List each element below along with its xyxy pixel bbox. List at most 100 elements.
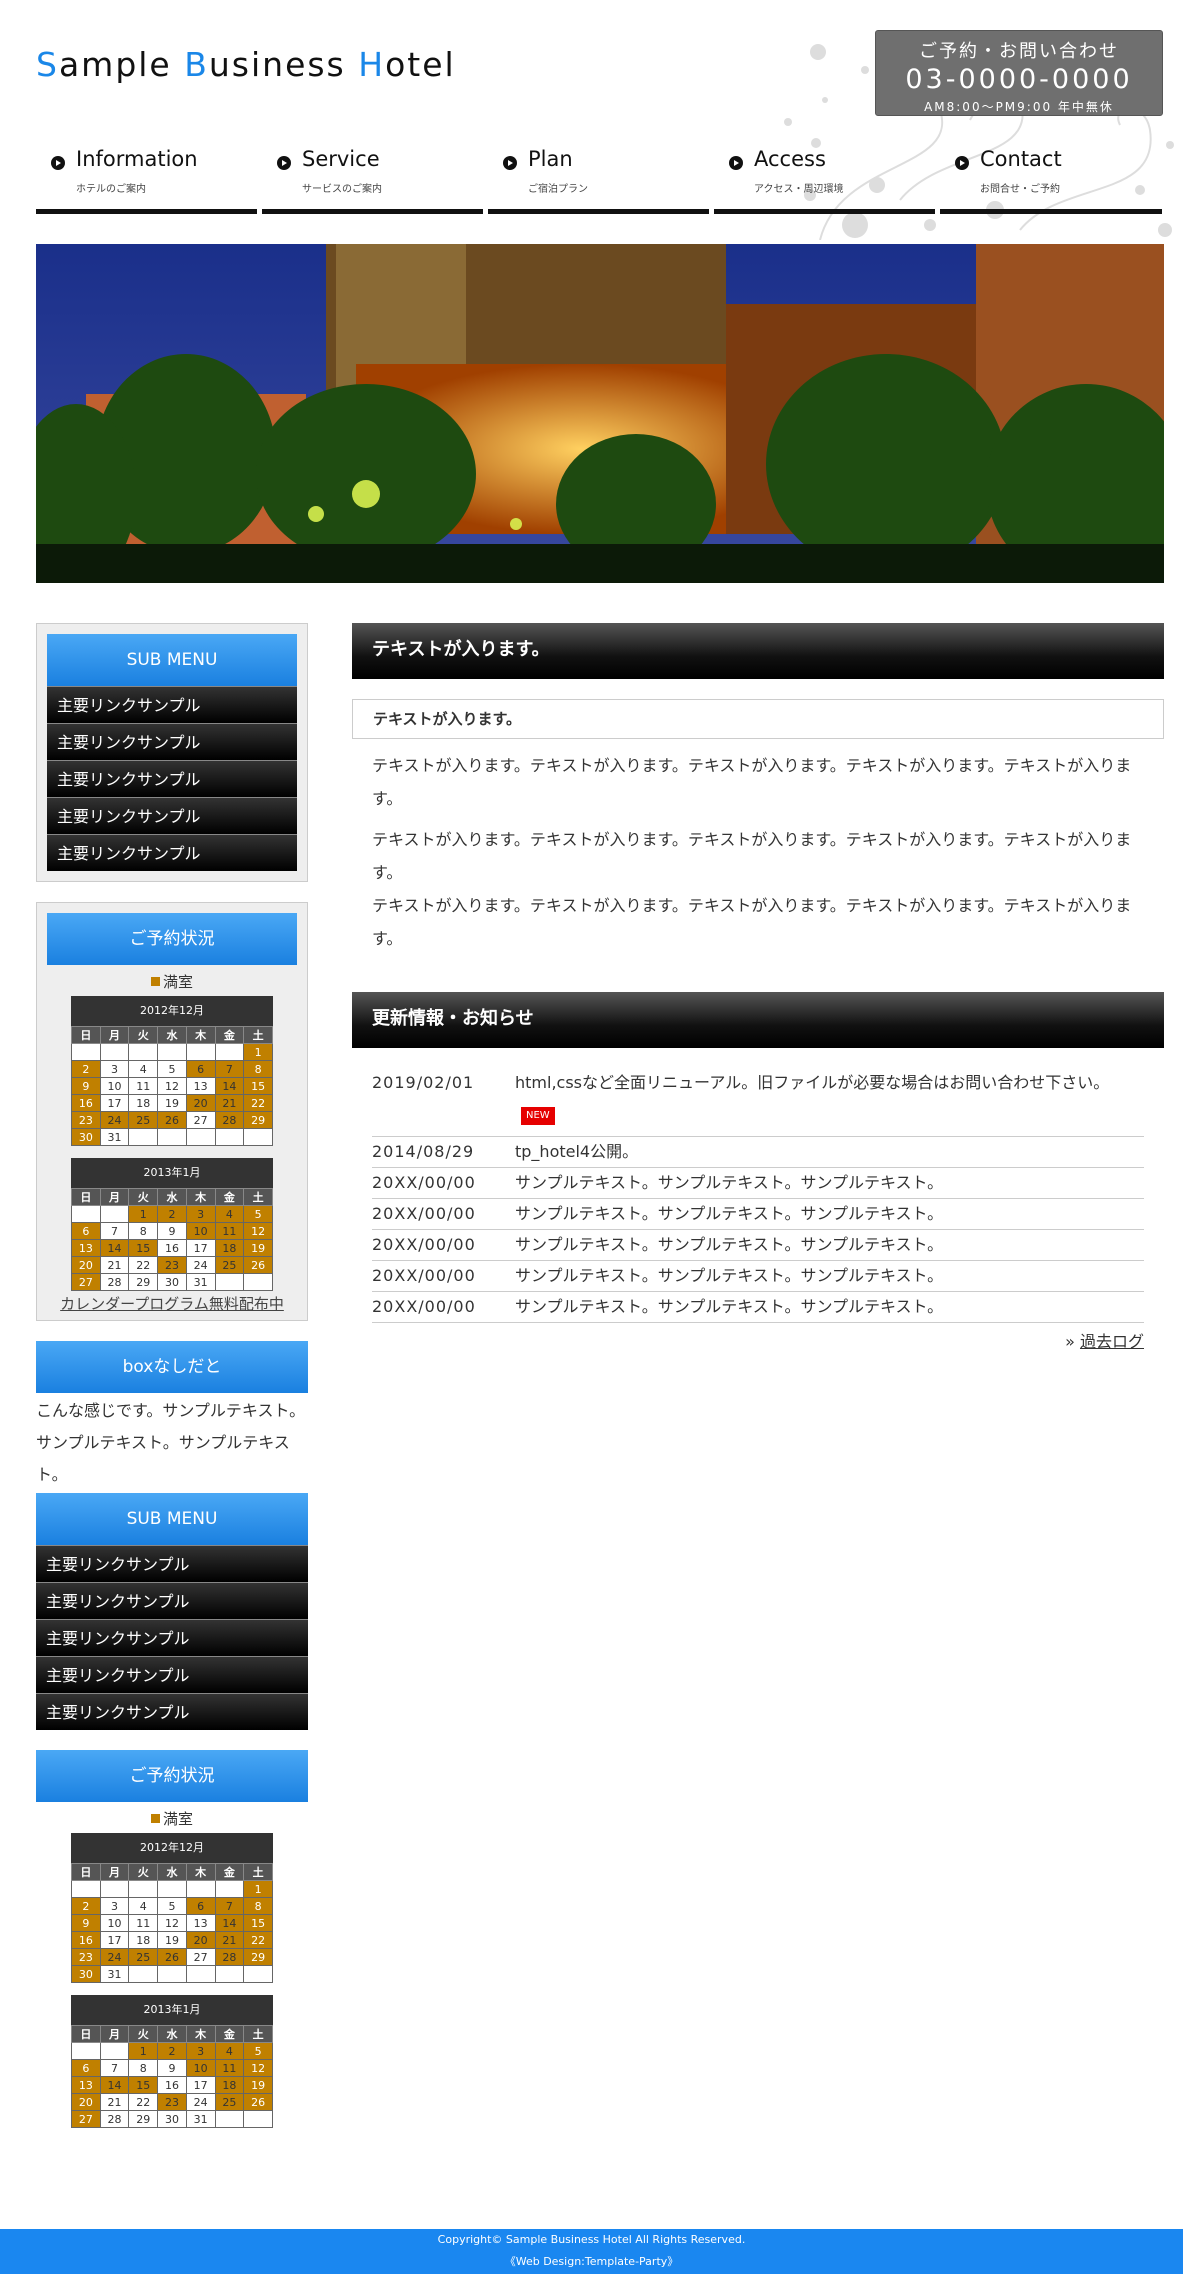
calendar-day: 1 bbox=[243, 1043, 273, 1061]
calendar-day: 7 bbox=[214, 1897, 245, 1915]
calendar-month: 2013年1月 bbox=[71, 1995, 273, 2025]
reservation-calendar: 2013年1月日月火水木金土 1 2 3 4 5 6 7 8 9 10 11 12 13 14 15 16 17 1… bbox=[71, 1158, 273, 1291]
weekday-header: 木 bbox=[185, 1188, 216, 1206]
nav-sublabel: ホテルのご案内 bbox=[76, 184, 146, 195]
calendar-day: 17 bbox=[185, 1239, 216, 1257]
calendar-day: 22 bbox=[243, 1094, 273, 1112]
news-text: サンプルテキスト。サンプルテキスト。サンプルテキスト。 bbox=[515, 1297, 944, 1316]
calendar-day: 13 bbox=[71, 2076, 101, 2094]
calendar-day: 12 bbox=[157, 1914, 187, 1932]
nav-item-service[interactable]: Service サービスのご案内 bbox=[262, 140, 483, 214]
calendar-day: 24 bbox=[185, 2093, 216, 2111]
calendar-day: 11 bbox=[214, 1222, 245, 1240]
calendar-month: 2013年1月 bbox=[71, 1158, 273, 1188]
calendar-day bbox=[99, 1880, 130, 1898]
paragraph: テキストが入ります。テキストが入ります。テキストが入ります。テキストが入ります。… bbox=[372, 756, 1132, 808]
news-date: 2014/08/29 bbox=[372, 1142, 475, 1161]
weekday-header: 日 bbox=[71, 1863, 101, 1881]
nav-label: Information bbox=[76, 147, 198, 171]
calendar-day: 2 bbox=[71, 1060, 101, 1078]
calendar-day bbox=[243, 2110, 273, 2128]
news-text-body[interactable]: html,cssなど全面リニューアル。旧ファイルが必要な場合はお問い合わせ下さい… bbox=[515, 1073, 1109, 1092]
nav-item-plan[interactable]: Plan ご宿泊プラン bbox=[488, 140, 709, 214]
calendar-day: 23 bbox=[71, 1111, 101, 1129]
calendar-month: 2012年12月 bbox=[71, 1833, 273, 1863]
news-row: 20XX/00/00 サンプルテキスト。サンプルテキスト。サンプルテキスト。 bbox=[372, 1230, 1144, 1261]
calendar-program-link[interactable]: カレンダープログラム無料配布中 bbox=[47, 1293, 297, 1314]
news-row: 20XX/00/00 サンプルテキスト。サンプルテキスト。サンプルテキスト。 bbox=[372, 1292, 1144, 1323]
calendar-day: 5 bbox=[157, 1060, 187, 1078]
news-heading: 更新情報・お知らせ bbox=[352, 992, 1164, 1048]
calendar-day: 11 bbox=[214, 2059, 245, 2077]
design-credit[interactable]: 《Web Design:Template-Party》 bbox=[0, 2251, 1183, 2273]
full-swatch bbox=[150, 977, 160, 986]
calendar-day: 6 bbox=[71, 2059, 101, 2077]
submenu-link[interactable]: 主要リンクサンプル bbox=[36, 1619, 308, 1656]
calendar-day: 4 bbox=[128, 1897, 159, 1915]
calendar-day: 22 bbox=[128, 2093, 159, 2111]
calendar-day: 11 bbox=[128, 1077, 159, 1095]
submenu-link[interactable]: 主要リンクサンプル bbox=[47, 723, 297, 760]
calendar-day bbox=[185, 1043, 216, 1061]
submenu-title: SUB MENU bbox=[47, 634, 297, 686]
calendar-day: 27 bbox=[71, 2110, 101, 2128]
news-row: 20XX/00/00 サンプルテキスト。サンプルテキスト。サンプルテキスト。 bbox=[372, 1261, 1144, 1292]
submenu-link[interactable]: 主要リンクサンプル bbox=[47, 686, 297, 723]
news-text: html,cssなど全面リニューアル。旧ファイルが必要な場合はお問い合わせ下さい… bbox=[515, 1068, 1144, 1128]
calendar-day: 31 bbox=[99, 1965, 130, 1983]
nav-item-contact[interactable]: Contact お問合せ・ご予約 bbox=[940, 140, 1162, 214]
past-log-link[interactable]: 過去ログ bbox=[1080, 1332, 1144, 1351]
hero-image bbox=[36, 244, 1164, 583]
calendar-day bbox=[243, 1965, 273, 1983]
more-prefix: » bbox=[1065, 1332, 1080, 1351]
calendar-day bbox=[214, 1043, 245, 1061]
submenu-list: 主要リンクサンプル 主要リンクサンプル 主要リンクサンプル 主要リンクサンプル … bbox=[47, 686, 297, 871]
calendar-day: 7 bbox=[99, 2059, 130, 2077]
calendar-day: 4 bbox=[214, 1205, 245, 1223]
submenu-title: SUB MENU bbox=[36, 1493, 308, 1545]
calendar-day: 16 bbox=[157, 1239, 187, 1257]
site-logo[interactable]: Sample Business Hotel bbox=[36, 45, 456, 84]
calendar-day: 28 bbox=[214, 1948, 245, 1966]
submenu-link[interactable]: 主要リンクサンプル bbox=[36, 1582, 308, 1619]
logo-initial: B bbox=[184, 45, 209, 84]
submenu-link[interactable]: 主要リンクサンプル bbox=[36, 1545, 308, 1582]
submenu-link[interactable]: 主要リンクサンプル bbox=[36, 1693, 308, 1730]
nav-label: Service bbox=[302, 147, 380, 171]
calendar-day: 27 bbox=[185, 1948, 216, 1966]
calendar-day: 26 bbox=[243, 2093, 273, 2111]
submenu-link[interactable]: 主要リンクサンプル bbox=[36, 1656, 308, 1693]
weekday-header: 火 bbox=[128, 1863, 159, 1881]
arrow-circle-icon bbox=[51, 156, 65, 170]
weekday-header: 水 bbox=[157, 1026, 187, 1044]
logo-text: otel bbox=[385, 45, 456, 84]
calendar-day: 17 bbox=[185, 2076, 216, 2094]
news-text[interactable]: tp_hotel4公開。 bbox=[515, 1137, 1144, 1167]
calendar-day: 20 bbox=[185, 1931, 216, 1949]
nav-item-information[interactable]: Information ホテルのご案内 bbox=[36, 140, 257, 214]
calendar-day: 22 bbox=[128, 1256, 159, 1274]
calendar-day: 1 bbox=[243, 1880, 273, 1898]
arrow-circle-icon bbox=[503, 156, 517, 170]
contact-tel[interactable]: 03-0000-0000 bbox=[876, 64, 1162, 95]
nav-sublabel: お問合せ・ご予約 bbox=[980, 184, 1060, 195]
calendar-day bbox=[157, 1965, 187, 1983]
reservation-calendar: 2012年12月日月火水木金土 1 2 3 4 5 6 7 8 9 10 11 12 13 14 15 16 17… bbox=[71, 996, 273, 1146]
weekday-header: 土 bbox=[243, 1188, 273, 1206]
calendar-day bbox=[128, 1880, 159, 1898]
calendar-day bbox=[99, 2042, 130, 2060]
calendar-day bbox=[71, 2042, 101, 2060]
submenu-link[interactable]: 主要リンクサンプル bbox=[47, 760, 297, 797]
calendar-day: 4 bbox=[128, 1060, 159, 1078]
calendar-day bbox=[243, 1128, 273, 1146]
submenu-link[interactable]: 主要リンクサンプル bbox=[47, 834, 297, 871]
calendar-day: 17 bbox=[99, 1931, 130, 1949]
weekday-header: 金 bbox=[214, 1863, 245, 1881]
weekday-header: 月 bbox=[99, 2025, 130, 2043]
calendar-day: 15 bbox=[128, 1239, 159, 1257]
calendar-day: 19 bbox=[243, 1239, 273, 1257]
calendar-day: 9 bbox=[157, 2059, 187, 2077]
copyright: Copyright© Sample Business Hotel All Rig… bbox=[437, 2233, 746, 2246]
nav-item-access[interactable]: Access アクセス・周辺環境 bbox=[714, 140, 935, 214]
submenu-link[interactable]: 主要リンクサンプル bbox=[47, 797, 297, 834]
